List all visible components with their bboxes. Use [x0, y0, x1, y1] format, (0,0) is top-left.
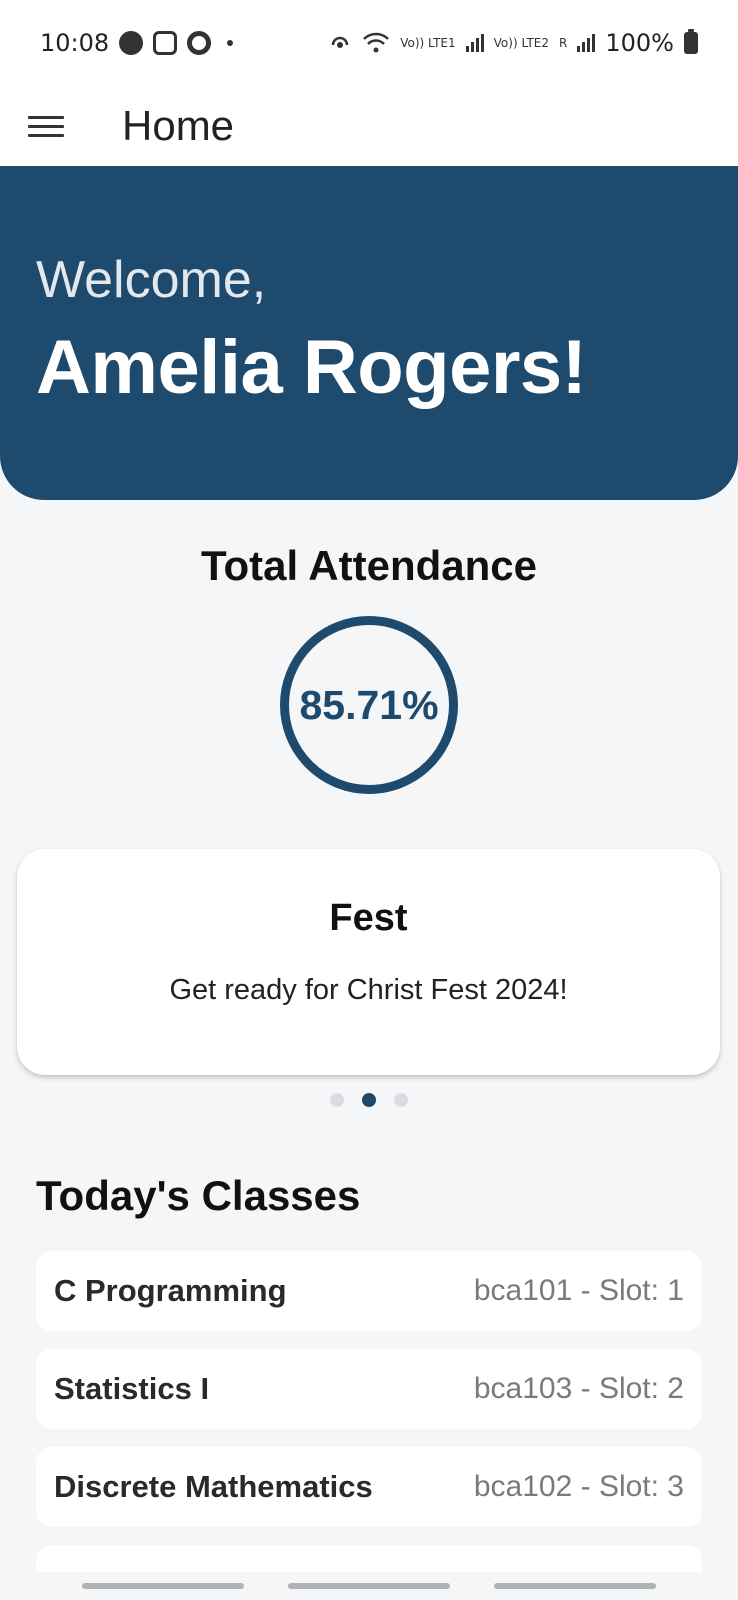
battery-icon	[684, 29, 698, 54]
signal-icon	[465, 34, 484, 52]
carousel-dots	[0, 1093, 738, 1107]
attendance-value: 85.71%	[299, 681, 439, 728]
app-bar: Home	[0, 86, 738, 166]
battery-percent: 100%	[605, 29, 674, 57]
class-list: C Programming bca101 - Slot: 1 Statistic…	[36, 1251, 702, 1600]
nav-home-pill[interactable]	[288, 1583, 450, 1589]
status-time: 10:08	[40, 29, 110, 57]
system-nav-bar	[0, 1572, 738, 1600]
announcement-card[interactable]: Fest Get ready for Christ Fest 2024!	[17, 849, 720, 1075]
wifi-icon	[363, 32, 390, 53]
signal-icon	[577, 34, 596, 52]
ring-app-icon	[187, 31, 212, 55]
hotspot-icon	[332, 36, 349, 48]
roaming-label: R	[559, 36, 568, 50]
announcement-title: Fest	[329, 897, 408, 939]
lte1-label: Vo)) LTE1	[400, 36, 456, 50]
user-name: Amelia Rogers!	[36, 325, 587, 410]
class-name: Discrete Mathematics	[54, 1469, 373, 1504]
class-meta: bca102 - Slot: 3	[473, 1470, 684, 1503]
hamburger-menu-icon[interactable]	[22, 102, 70, 150]
nav-recents-pill[interactable]	[82, 1583, 244, 1589]
attendance-title: Total Attendance	[200, 542, 538, 589]
attendance-ring: 85.71%	[280, 616, 458, 794]
status-bar: 10:08 Vo)) LTE1 Vo)) LTE2 R 100%	[0, 0, 738, 86]
welcome-text: Welcome,	[36, 251, 267, 309]
status-left: 10:08	[40, 29, 234, 57]
nav-back-pill[interactable]	[494, 1583, 656, 1589]
class-meta: bca103 - Slot: 2	[473, 1372, 684, 1405]
announcement-body: Get ready for Christ Fest 2024!	[169, 974, 568, 1006]
classes-title: Today's Classes	[36, 1172, 361, 1219]
class-item[interactable]: Statistics I bca103 - Slot: 2	[36, 1349, 702, 1429]
class-item[interactable]: Discrete Mathematics bca102 - Slot: 3	[36, 1447, 702, 1527]
instagram-icon	[153, 31, 178, 55]
page-title: Home	[122, 102, 235, 149]
carousel-dot[interactable]	[394, 1093, 408, 1107]
carousel-dot[interactable]	[330, 1093, 344, 1107]
welcome-banner: Welcome, Amelia Rogers!	[0, 166, 738, 500]
carousel-dot-active[interactable]	[362, 1093, 376, 1107]
notification-dot-icon	[227, 40, 234, 46]
class-item[interactable]: C Programming bca101 - Slot: 1	[36, 1251, 702, 1331]
class-meta: bca101 - Slot: 1	[473, 1274, 684, 1307]
app-icon	[119, 31, 144, 55]
class-name: Statistics I	[54, 1371, 210, 1406]
status-right: Vo)) LTE1 Vo)) LTE2 R 100%	[328, 29, 698, 57]
lte2-label: Vo)) LTE2	[493, 36, 550, 50]
class-name: C Programming	[54, 1273, 287, 1308]
